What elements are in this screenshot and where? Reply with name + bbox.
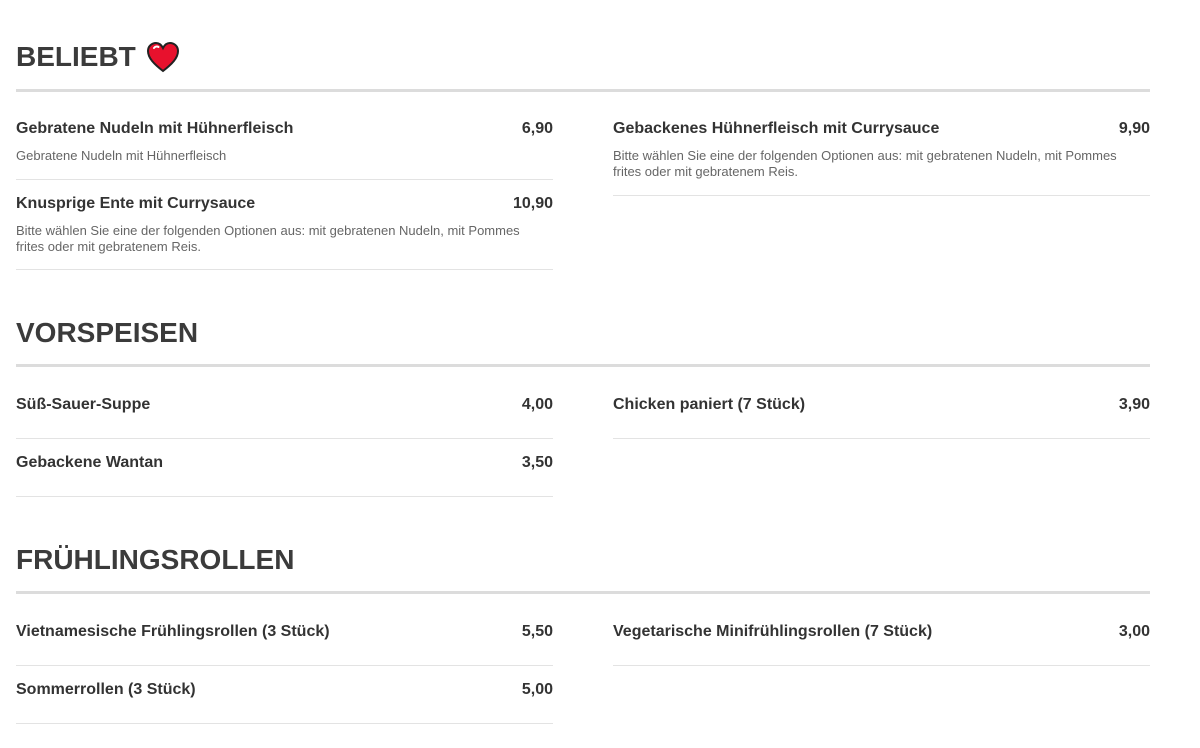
item-name: Gebratene Nudeln mit Hühnerfleisch [16, 120, 294, 137]
item-price: 5,50 [521, 623, 553, 640]
item-divider [613, 665, 1150, 666]
menu-item[interactable]: Chicken paniert (7 Stück) 3,90 [613, 396, 1150, 414]
item-divider [16, 438, 553, 439]
menu-item[interactable]: Sommerrollen (3 Stück) 5,00 [16, 681, 553, 699]
item-divider [16, 269, 553, 270]
item-price: 3,90 [1118, 396, 1150, 413]
item-price: 9,90 [1118, 120, 1150, 137]
section-divider [16, 89, 1150, 92]
menu-item[interactable]: Gebackene Wantan 3,50 [16, 454, 553, 472]
menu-item[interactable]: Gebratene Nudeln mit Hühnerfleisch 6,90 … [16, 120, 553, 164]
item-divider [16, 179, 553, 180]
item-price: 5,00 [521, 681, 553, 698]
item-name: Vegetarische Minifrühlingsrollen (7 Stüc… [613, 623, 933, 640]
section-divider [16, 591, 1150, 594]
menu-item[interactable]: Süß-Sauer-Suppe 4,00 [16, 396, 553, 414]
section-title-beliebt: BELIEBT [16, 40, 180, 74]
item-divider [613, 438, 1150, 439]
item-name: Sommerrollen (3 Stück) [16, 681, 196, 698]
item-name: Süß-Sauer-Suppe [16, 396, 151, 413]
item-name: Knusprige Ente mit Currysauce [16, 195, 256, 212]
item-description: Gebratene Nudeln mit Hühnerfleisch [16, 148, 227, 163]
item-divider [613, 195, 1150, 196]
item-description: Bitte wählen Sie eine der folgenden Opti… [613, 148, 1117, 179]
item-price: 3,00 [1118, 623, 1150, 640]
item-price: 6,90 [521, 120, 553, 137]
section-title-text: FRÜHLINGSROLLEN [16, 544, 295, 575]
item-price: 3,50 [521, 454, 553, 471]
menu-item[interactable]: Gebackenes Hühnerfleisch mit Currysauce … [613, 120, 1150, 180]
menu: BELIEBT Gebratene Nudeln mit Hühnerfleis… [0, 0, 1200, 748]
menu-item[interactable]: Vegetarische Minifrühlingsrollen (7 Stüc… [613, 623, 1150, 641]
item-price: 4,00 [521, 396, 553, 413]
item-divider [16, 496, 553, 497]
section-divider [16, 364, 1150, 367]
item-name: Gebackene Wantan [16, 454, 164, 471]
item-divider [16, 665, 553, 666]
item-name: Gebackenes Hühnerfleisch mit Currysauce [613, 120, 940, 137]
section-title-vorspeisen: VORSPEISEN [16, 316, 198, 350]
section-title-text: VORSPEISEN [16, 317, 199, 348]
item-description: Bitte wählen Sie eine der folgenden Opti… [16, 223, 520, 254]
heart-icon [146, 41, 179, 73]
menu-item[interactable]: Vietnamesische Frühlingsrollen (3 Stück)… [16, 623, 553, 641]
item-name: Chicken paniert (7 Stück) [613, 396, 806, 413]
menu-item[interactable]: Knusprige Ente mit Currysauce 10,90 Bitt… [16, 195, 553, 255]
section-title-fruehlingsrollen: FRÜHLINGSROLLEN [16, 543, 294, 577]
item-price: 10,90 [512, 195, 553, 212]
item-divider [16, 723, 553, 724]
section-title-text: BELIEBT [16, 41, 136, 72]
item-name: Vietnamesische Frühlingsrollen (3 Stück) [16, 623, 330, 640]
